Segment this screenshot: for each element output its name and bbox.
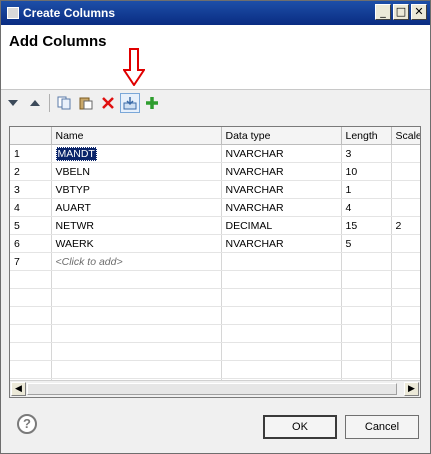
click-to-add-cell[interactable]: <Click to add>	[51, 252, 222, 271]
column-header-length[interactable]: Length	[341, 127, 392, 145]
cell-name[interactable]: VBELN	[51, 162, 222, 181]
scroll-thumb[interactable]	[27, 383, 397, 395]
table-row[interactable]: 5 NETWR DECIMAL 15 2	[10, 216, 420, 235]
column-header-data-type[interactable]: Data type	[221, 127, 342, 145]
cell-data-type[interactable]: DECIMAL	[221, 216, 342, 235]
cell-length[interactable]: 3	[341, 144, 392, 163]
cell-name[interactable]: WAERK	[51, 234, 222, 253]
table-header-row: Name Data type Length Scale	[10, 127, 420, 145]
move-up-button[interactable]	[25, 93, 45, 113]
move-down-icon	[8, 100, 18, 106]
table-row-empty	[10, 342, 420, 361]
red-down-arrow-annotation	[123, 48, 145, 86]
row-number: 5	[10, 216, 52, 235]
cell-length[interactable]: 1	[341, 180, 392, 199]
column-header-name[interactable]: Name	[51, 127, 222, 145]
ok-button[interactable]: OK	[263, 415, 337, 439]
table-row-empty	[10, 270, 420, 289]
import-icon	[123, 97, 137, 110]
toolbar-separator	[49, 94, 50, 112]
toolbar	[3, 93, 162, 113]
column-header-scale[interactable]: Scale	[391, 127, 420, 145]
window-controls: _ □ ✕	[375, 4, 427, 20]
dialog-header: Add Columns	[1, 25, 430, 90]
cell-data-type[interactable]: NVARCHAR	[221, 162, 342, 181]
row-number: 6	[10, 234, 52, 253]
cell-name[interactable]: MANDT	[51, 144, 222, 163]
row-number: 4	[10, 198, 52, 217]
dialog-footer: ? OK Cancel	[1, 405, 430, 453]
table-row-add[interactable]: 7 <Click to add>	[10, 252, 420, 271]
cell-length[interactable]: 10	[341, 162, 392, 181]
window-icon	[7, 7, 19, 19]
close-button[interactable]: ✕	[411, 4, 427, 20]
dialog-title: Add Columns	[9, 33, 107, 50]
cell-name[interactable]: AUART	[51, 198, 222, 217]
table-row[interactable]: 4 AUART NVARCHAR 4	[10, 198, 420, 217]
copy-icon	[57, 96, 71, 110]
cell-data-type[interactable]	[221, 252, 342, 271]
horizontal-scrollbar[interactable]: ◀ ▶	[10, 380, 420, 397]
cell-data-type[interactable]: NVARCHAR	[221, 234, 342, 253]
table-row[interactable]: 6 WAERK NVARCHAR 5	[10, 234, 420, 253]
row-number: 7	[10, 252, 52, 271]
cell-scale[interactable]	[391, 180, 420, 199]
row-number: 3	[10, 180, 52, 199]
columns-table: Name Data type Length Scale 1 MANDT NVAR…	[9, 126, 421, 398]
delete-button[interactable]	[98, 93, 118, 113]
title-bar: Create Columns _ □ ✕	[1, 1, 430, 25]
cell-length[interactable]: 4	[341, 198, 392, 217]
paste-button[interactable]	[76, 93, 96, 113]
table-row-empty	[10, 324, 420, 343]
cell-data-type[interactable]: NVARCHAR	[221, 144, 342, 163]
column-header-index	[10, 127, 52, 145]
table-row[interactable]: 1 MANDT NVARCHAR 3	[10, 144, 420, 163]
window-title: Create Columns	[23, 6, 116, 20]
cell-data-type[interactable]: NVARCHAR	[221, 180, 342, 199]
delete-icon	[102, 97, 114, 109]
row-number: 2	[10, 162, 52, 181]
row-number: 1	[10, 144, 52, 163]
move-down-button[interactable]	[3, 93, 23, 113]
cell-length[interactable]: 5	[341, 234, 392, 253]
cancel-button[interactable]: Cancel	[345, 415, 419, 439]
minimize-button[interactable]: _	[375, 4, 391, 20]
table-row-empty	[10, 306, 420, 325]
cell-scale[interactable]	[391, 198, 420, 217]
cell-length[interactable]	[341, 252, 392, 271]
cell-name[interactable]: VBTYP	[51, 180, 222, 199]
paste-icon	[79, 97, 93, 110]
scroll-left-icon[interactable]: ◀	[11, 382, 26, 396]
import-button[interactable]	[120, 93, 140, 113]
table-row-empty	[10, 360, 420, 379]
cell-scale[interactable]	[391, 162, 420, 181]
add-button[interactable]	[142, 93, 162, 113]
cell-scale[interactable]	[391, 234, 420, 253]
cell-data-type[interactable]: NVARCHAR	[221, 198, 342, 217]
cell-scale[interactable]	[391, 144, 420, 163]
table-row-empty	[10, 288, 420, 307]
help-icon[interactable]: ?	[17, 414, 37, 434]
cell-scale[interactable]	[391, 252, 420, 271]
table-row[interactable]: 3 VBTYP NVARCHAR 1	[10, 180, 420, 199]
maximize-button[interactable]: □	[393, 4, 409, 20]
move-up-icon	[30, 100, 40, 106]
table-row[interactable]: 2 VBELN NVARCHAR 10	[10, 162, 420, 181]
cell-length[interactable]: 15	[341, 216, 392, 235]
add-icon	[146, 97, 158, 109]
selected-name-text[interactable]: MANDT	[55, 146, 97, 161]
create-columns-dialog: Create Columns _ □ ✕ Add Columns Name Da…	[0, 0, 431, 454]
cell-name[interactable]: NETWR	[51, 216, 222, 235]
cell-scale[interactable]: 2	[391, 216, 420, 235]
copy-button[interactable]	[54, 93, 74, 113]
scroll-right-icon[interactable]: ▶	[404, 382, 419, 396]
